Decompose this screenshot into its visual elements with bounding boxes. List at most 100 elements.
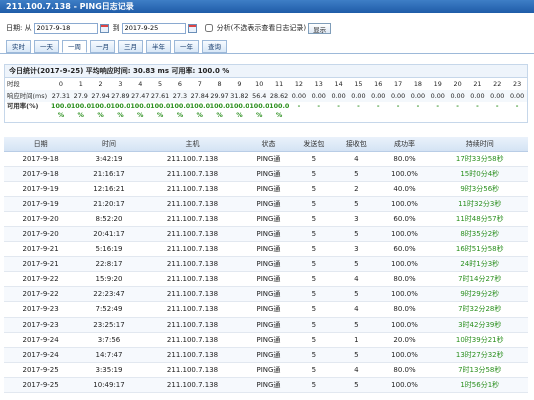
table-cell: PING通 (244, 256, 293, 273)
table-cell: 4 (335, 362, 378, 378)
table-cell: 211.100.7.138 (140, 181, 245, 197)
table-cell: 5 (335, 166, 378, 182)
column-header[interactable]: 日期 (4, 137, 78, 152)
table-cell: 4 (335, 301, 378, 318)
table-cell: 9时3分56秒 (431, 181, 528, 197)
tab-year[interactable]: 一年 (174, 40, 199, 53)
table-cell: 14:7:47 (77, 347, 141, 363)
date-from-input[interactable] (33, 22, 98, 34)
tab-week[interactable]: 一周 (62, 40, 87, 53)
hour-cell: 20 (447, 78, 468, 90)
table-cell: PING通 (244, 196, 293, 212)
table-cell: 5 (292, 226, 336, 243)
calendar-icon[interactable] (99, 23, 109, 33)
stats-row-label: 时段 (5, 78, 51, 90)
tab-day[interactable]: 一天 (34, 40, 59, 53)
availability-cell: - (487, 102, 508, 122)
table-cell: 2 (335, 181, 378, 197)
table-cell: 13时27分32秒 (431, 347, 528, 363)
hour-cell: 12 (289, 78, 309, 90)
column-header[interactable]: 成功率 (377, 137, 432, 152)
table-cell: 2017-9-18 (4, 166, 78, 182)
table-cell: PING通 (244, 181, 293, 197)
hour-cell: 23 (507, 78, 527, 90)
response-time-cell: 0.00 (388, 90, 408, 102)
table-cell: 5 (292, 362, 336, 378)
table-cell: 100.0% (377, 347, 432, 363)
availability-cell: 100.0 % (90, 102, 111, 122)
table-cell: 5 (335, 347, 378, 363)
table-cell: PING通 (244, 211, 293, 227)
availability-cell: 100.0 % (229, 102, 250, 122)
table-row: 2017-9-20 8:52:20 211.100.7.138 PING通 5 3 60.0… (4, 211, 528, 227)
table-cell: 21:16:17 (77, 166, 141, 182)
table-cell: 211.100.7.138 (140, 166, 245, 182)
column-header[interactable]: 主机 (140, 137, 245, 152)
table-cell: 5 (292, 241, 336, 258)
table-cell: PING通 (244, 301, 293, 318)
table-row: 2017-9-25 3:35:19 211.100.7.138 PING通 5 4 80.0… (4, 362, 528, 378)
show-button[interactable]: 显示 (308, 22, 332, 34)
analyze-checkbox[interactable] (204, 24, 213, 32)
availability-cell: 100.0 % (249, 102, 270, 122)
hour-cell: 9 (229, 78, 250, 90)
table-row: 2017-9-18 21:16:17 211.100.7.138 PING通 5 5 100… (4, 166, 528, 182)
table-cell: 20.0% (377, 332, 432, 348)
availability-cell: 100.0 % (269, 102, 289, 122)
table-cell: 2017-9-22 (4, 271, 78, 288)
availability-cell: - (388, 102, 408, 122)
tab-three-months[interactable]: 三月 (118, 40, 143, 53)
table-row: 2017-9-24 14:7:47 211.100.7.138 PING通 5 5 100.… (4, 347, 528, 363)
availability-cell: - (408, 102, 428, 122)
column-header[interactable]: 时间 (77, 137, 141, 152)
response-time-cell: 27.31 (51, 90, 71, 102)
table-cell: 5 (292, 271, 336, 288)
table-cell: 20:41:17 (77, 226, 141, 243)
response-time-cell: 0.00 (328, 90, 349, 102)
table-cell: PING通 (244, 347, 293, 363)
calendar-icon[interactable] (187, 23, 197, 33)
date-to-input[interactable] (121, 22, 186, 34)
table-cell: 100.0% (377, 226, 432, 243)
table-cell: 2017-9-24 (4, 332, 78, 348)
table-cell: 9时29分2秒 (431, 286, 528, 303)
response-time-cell: 0.00 (507, 90, 527, 102)
table-cell: 22:8:17 (77, 256, 141, 273)
table-cell: 2017-9-20 (4, 211, 78, 227)
response-time-cell: 31.82 (229, 90, 250, 102)
table-cell: PING通 (244, 377, 293, 394)
availability-cell: - (427, 102, 448, 122)
tab-half-year[interactable]: 半年 (146, 40, 171, 53)
stats-row-label: 响应时间(ms) (5, 90, 51, 102)
tab-month[interactable]: 一月 (90, 40, 115, 53)
table-cell: 100.0% (377, 166, 432, 182)
table-cell: 100.0% (377, 196, 432, 212)
table-cell: 5 (335, 317, 378, 333)
availability-cell: - (289, 102, 309, 122)
tab-query[interactable]: 查询 (202, 40, 227, 53)
table-cell: 24时1分3秒 (431, 256, 528, 273)
response-time-cell: 27.89 (110, 90, 131, 102)
column-header[interactable]: 状态 (244, 137, 293, 152)
table-header-row: 日期 时间 主机 状态 发送包 接收包 成功率 持续时间 (4, 137, 528, 152)
tab-realtime[interactable]: 实时 (6, 40, 31, 53)
column-header[interactable]: 接收包 (335, 137, 378, 152)
table-cell: 12:16:21 (77, 181, 141, 197)
table-cell: 11时48分57秒 (431, 211, 528, 227)
table-cell: PING通 (244, 332, 293, 348)
table-cell: 3:7:56 (77, 332, 141, 348)
column-header[interactable]: 持续时间 (431, 137, 528, 152)
hour-cell: 18 (408, 78, 428, 90)
column-header[interactable]: 发送包 (292, 137, 336, 152)
response-time-cell: 27.9 (70, 90, 91, 102)
table-cell: 11时32分3秒 (431, 196, 528, 212)
table-row: 2017-9-21 22:8:17 211.100.7.138 PING通 5 5 100.… (4, 256, 528, 273)
response-time-cell: 0.00 (308, 90, 329, 102)
hour-cell: 15 (348, 78, 369, 90)
table-cell: 5 (335, 256, 378, 273)
response-time-cell: 29.97 (209, 90, 230, 102)
table-cell: 5 (292, 181, 336, 197)
hour-cell: 6 (170, 78, 190, 90)
period-tabs: 实时 一天 一周 一月 三月 半年 一年 查询 (6, 40, 227, 53)
table-cell: 2017-9-21 (4, 241, 78, 258)
